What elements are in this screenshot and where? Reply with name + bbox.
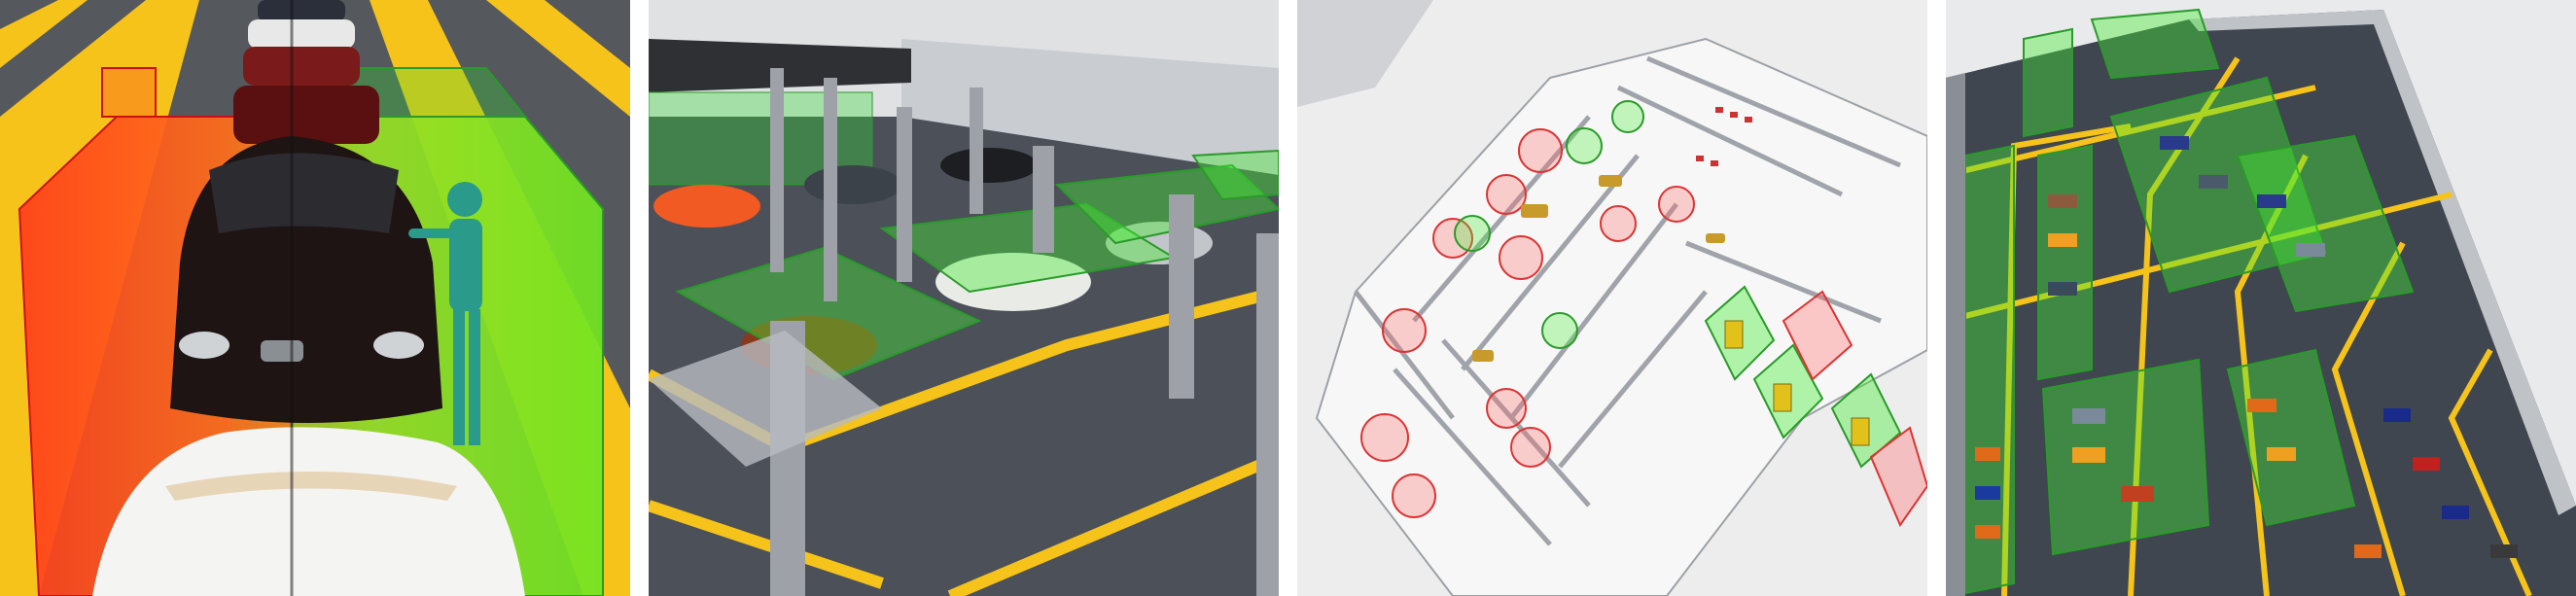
parking-garage-scene <box>1946 0 2576 596</box>
assembly-line-scene <box>0 0 630 596</box>
parking-garage-panel <box>1946 0 2576 596</box>
office-floorplan-panel <box>1297 0 1927 596</box>
left-pillar-wall <box>1946 73 1965 596</box>
assembly-line-panel <box>0 0 630 596</box>
factory-floor-scene <box>649 0 1279 596</box>
office-floorplan-scene <box>1297 0 1927 596</box>
factory-floor-panel <box>649 0 1279 596</box>
